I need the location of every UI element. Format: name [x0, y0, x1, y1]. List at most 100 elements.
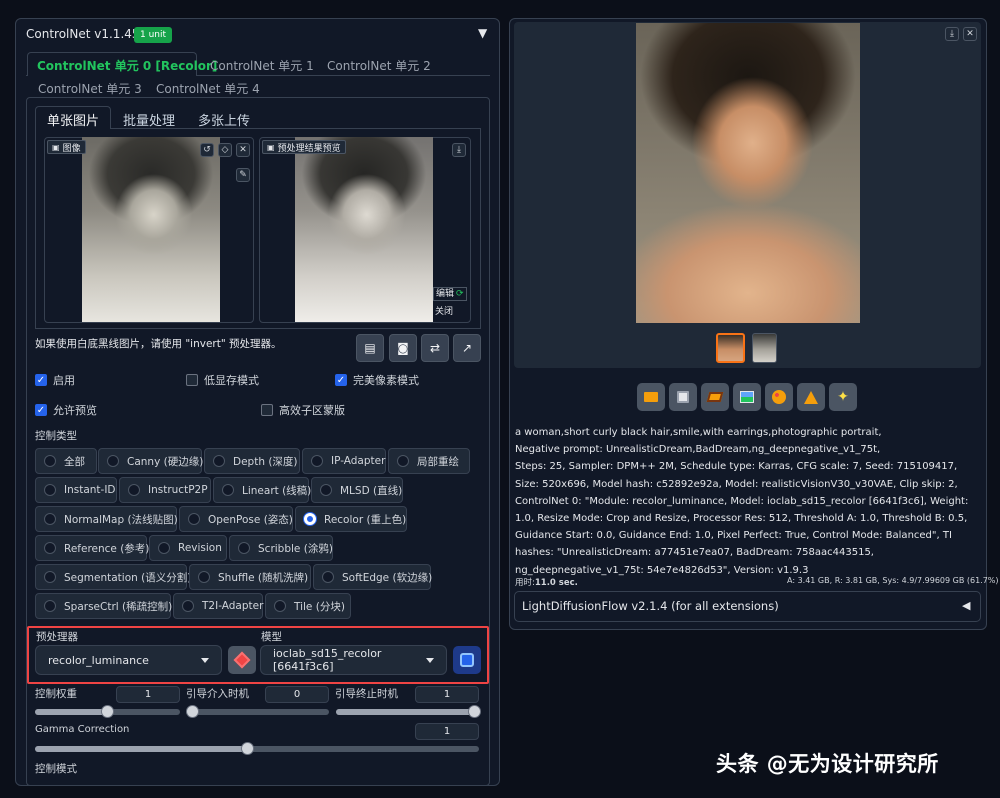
preprocessor-value: recolor_luminance	[48, 653, 149, 667]
control-type-sparsectrl[interactable]: SparseCtrl (稀疏控制)	[35, 593, 172, 619]
eraser-icon[interactable]: ◇	[218, 143, 232, 157]
control-type-canny[interactable]: Canny (硬边缘)	[98, 448, 203, 474]
tab-unit-4[interactable]: ControlNet 单元 4	[156, 80, 260, 97]
output-image[interactable]	[636, 23, 860, 323]
gamma-slider[interactable]	[35, 742, 479, 755]
control-type-normalmap[interactable]: NormalMap (法线贴图)	[35, 506, 178, 532]
tab-batch[interactable]: 批量处理	[123, 110, 175, 129]
radio-dot	[322, 571, 334, 583]
tab-multi-upload[interactable]: 多张上传	[198, 110, 250, 129]
edit-button[interactable]: 编辑 ⟳	[433, 287, 467, 301]
open-folder-button[interactable]	[637, 383, 665, 411]
new-canvas-button[interactable]: ▤	[356, 334, 384, 362]
undo-icon[interactable]: ↺	[200, 143, 214, 157]
model-select[interactable]: ioclab_sd15_recolor [6641f3c6]	[260, 645, 447, 675]
allow-preview-checkbox[interactable]: ✓ 允许预览	[35, 402, 97, 418]
radio-label: Recolor (重上色)	[324, 513, 407, 526]
swap-icon: ⇄	[429, 341, 441, 355]
collapse-left-icon[interactable]: ◀	[962, 599, 970, 612]
control-type-inpaint[interactable]: 局部重绘	[388, 448, 470, 474]
radio-dot	[311, 455, 323, 467]
start-step-slider[interactable]	[186, 705, 329, 718]
send-to-img2img-button[interactable]	[733, 383, 761, 411]
control-type-recolor[interactable]: Recolor (重上色)	[295, 506, 407, 532]
control-type-reference[interactable]: Reference (参考)	[35, 535, 149, 561]
close-preview-button[interactable]: 关闭	[435, 304, 453, 317]
control-type-t2i-adapter[interactable]: T2I-Adapter	[173, 593, 263, 619]
radio-dot	[213, 455, 225, 467]
image-label: 图像	[62, 143, 81, 154]
start-step-label: 引导介入时机	[186, 688, 249, 700]
control-type-all[interactable]: 全部	[35, 448, 97, 474]
preprocessor-select[interactable]: recolor_luminance	[35, 645, 222, 675]
radio-label: IP-Adapter	[331, 455, 386, 467]
low-vram-label: 低显存模式	[204, 374, 259, 387]
zip-button[interactable]	[701, 383, 729, 411]
download-icon[interactable]: ⤓	[452, 143, 466, 157]
invert-hint: 如果使用白底黑线图片，请使用 "invert" 预处理器。	[35, 338, 282, 350]
tab-unit-0[interactable]: ControlNet 单元 0 [Recolor]	[37, 57, 217, 74]
radio-label: Lineart (线稿)	[242, 484, 312, 497]
control-type-depth[interactable]: Depth (深度)	[204, 448, 300, 474]
control-type-instructp2p[interactable]: InstructP2P	[119, 477, 211, 503]
thumbnail[interactable]	[752, 333, 777, 363]
slider-handle[interactable]	[468, 705, 481, 718]
radio-dot	[397, 455, 409, 467]
preview-label-chip: ▣ 预处理结果预览	[262, 140, 346, 154]
control-weight-slider[interactable]	[35, 705, 180, 718]
pixel-perfect-checkbox[interactable]: ✓ 完美像素模式	[335, 372, 419, 388]
close-icon[interactable]: ✕	[236, 143, 250, 157]
end-step-slider[interactable]	[336, 705, 481, 718]
control-weight-input[interactable]: 1	[116, 686, 180, 703]
control-type-openpose[interactable]: OpenPose (姿态)	[179, 506, 293, 532]
tab-unit-2[interactable]: ControlNet 单元 2	[327, 57, 431, 74]
control-type-ip-adapter[interactable]: IP-Adapter	[302, 448, 386, 474]
send-to-inpaint-button[interactable]	[765, 383, 793, 411]
generate-forever-button[interactable]: ✦	[829, 383, 857, 411]
refresh-models-button[interactable]	[453, 646, 481, 674]
ruler-icon	[804, 390, 818, 404]
control-type-softedge[interactable]: SoftEdge (软边缘)	[313, 564, 432, 590]
thumbnail-selected[interactable]	[716, 333, 745, 363]
end-step-label: 引导终止时机	[335, 688, 398, 700]
close-icon[interactable]: ✕	[963, 27, 977, 41]
low-vram-checkbox[interactable]: 低显存模式	[186, 372, 259, 388]
radio-dot	[107, 455, 119, 467]
control-weight-label: 控制权重	[35, 688, 77, 700]
run-preprocessor-button[interactable]	[228, 646, 256, 674]
radio-dot	[238, 542, 250, 554]
save-button[interactable]	[669, 383, 697, 411]
control-type-scribble[interactable]: Scribble (涂鸦)	[229, 535, 333, 561]
send-dimensions-button[interactable]: ↗	[453, 334, 481, 362]
tab-unit-3[interactable]: ControlNet 单元 3	[38, 80, 142, 97]
collapse-icon[interactable]: ▼	[478, 26, 487, 40]
start-step-input[interactable]: 0	[265, 686, 329, 703]
control-type-shuffle[interactable]: Shuffle (随机洗牌)	[189, 564, 311, 590]
preprocessor-label: 预处理器	[36, 631, 78, 643]
control-type-tile[interactable]: Tile (分块)	[265, 593, 351, 619]
gamma-input[interactable]: 1	[415, 723, 479, 740]
end-step-input[interactable]: 1	[415, 686, 479, 703]
control-type-instant-id[interactable]: Instant-ID	[35, 477, 117, 503]
checkbox-box	[261, 404, 273, 416]
send-to-extras-button[interactable]	[797, 383, 825, 411]
radio-label: MLSD (直线)	[340, 484, 403, 497]
slider-handle[interactable]	[186, 705, 199, 718]
slider-handle[interactable]	[241, 742, 254, 755]
brush-icon[interactable]: ✎	[236, 168, 250, 182]
enable-checkbox[interactable]: ✓ 启用	[35, 372, 75, 388]
control-type-revision[interactable]: Revision	[149, 535, 227, 561]
tab-single-image[interactable]: 单张图片	[47, 110, 99, 129]
webcam-button[interactable]: ◙	[389, 334, 417, 362]
download-icon[interactable]: ⤓	[945, 27, 959, 41]
tab-unit-1[interactable]: ControlNet 单元 1	[210, 57, 314, 74]
radio-dot	[44, 542, 56, 554]
control-type-lineart[interactable]: Lineart (线稿)	[213, 477, 312, 503]
efficient-mask-checkbox[interactable]: 高效子区蒙版	[261, 402, 345, 418]
swap-button[interactable]: ⇄	[421, 334, 449, 362]
allow-preview-label: 允许预览	[53, 404, 97, 417]
slider-handle[interactable]	[101, 705, 114, 718]
efficient-mask-label: 高效子区蒙版	[279, 404, 345, 417]
control-type-segmentation[interactable]: Segmentation (语义分割)	[35, 564, 191, 590]
control-type-mlsd[interactable]: MLSD (直线)	[311, 477, 403, 503]
